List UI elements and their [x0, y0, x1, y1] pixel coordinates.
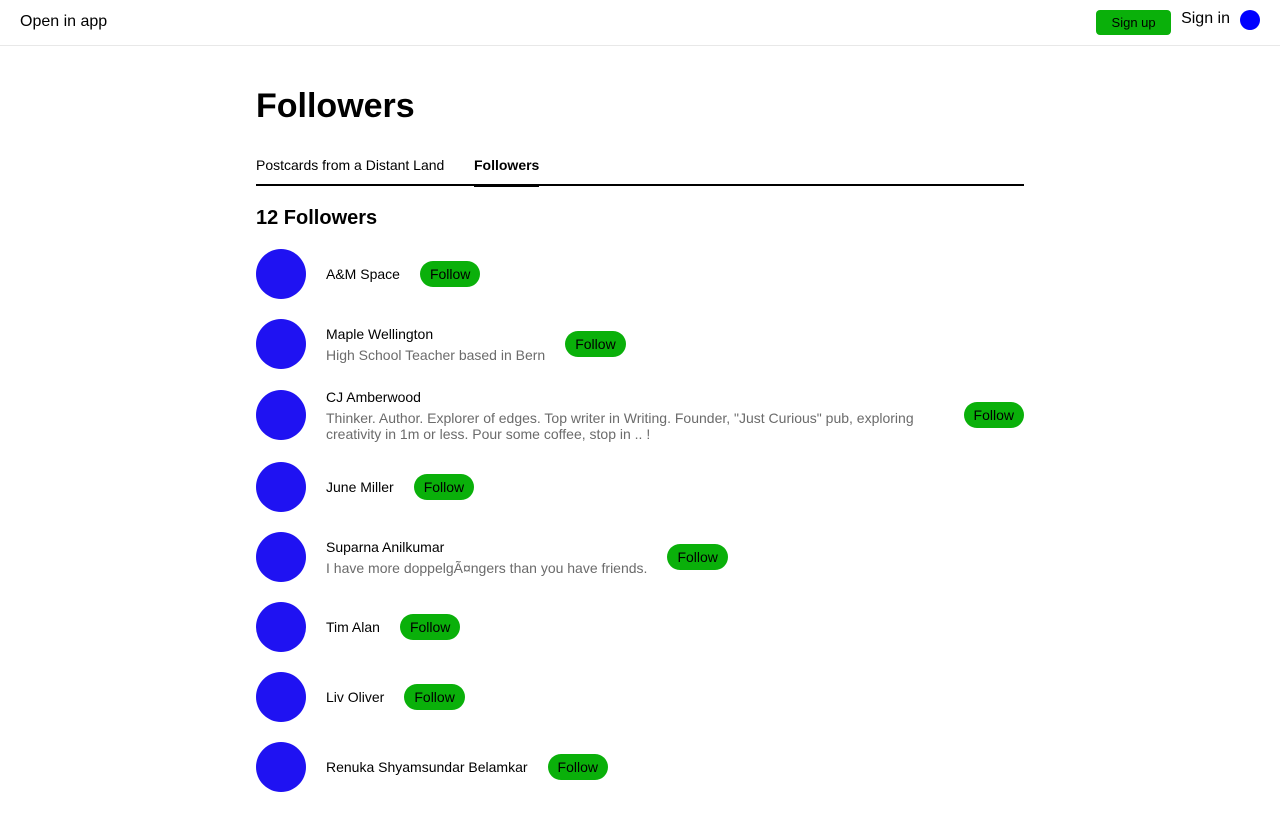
follower-info: Maple Wellington High School Teacher bas… [326, 325, 545, 363]
follower-row: June Miller Follow [256, 462, 1024, 512]
follower-name[interactable]: Tim Alan [326, 618, 380, 636]
avatar[interactable] [256, 602, 306, 652]
avatar[interactable] [256, 462, 306, 512]
follower-info: June Miller [326, 478, 394, 496]
follower-name[interactable]: June Miller [326, 478, 394, 496]
sign-up-button[interactable]: Sign up [1096, 10, 1172, 35]
follower-bio: I have more doppelgÃ¤ngers than you have… [326, 560, 648, 576]
tab-bar: Postcards from a Distant Land Followers [256, 148, 1024, 187]
follow-button[interactable]: Follow [565, 331, 626, 357]
follower-info: Suparna Anilkumar I have more doppelgÃ¤n… [326, 538, 647, 576]
tab-followers[interactable]: Followers [474, 156, 540, 187]
follower-info: Tim Alan [326, 618, 380, 636]
follower-row: CJ Amberwood Thinker. Author. Explorer o… [256, 388, 1024, 442]
sign-in-link[interactable]: Sign in [1181, 9, 1230, 29]
follower-row: Liv Oliver Follow [256, 672, 1024, 722]
follower-name[interactable]: CJ Amberwood [326, 388, 944, 406]
follow-button[interactable]: Follow [547, 754, 609, 780]
open-in-app-link[interactable]: Open in app [20, 12, 107, 32]
follow-button[interactable]: Follow [419, 261, 481, 287]
avatar[interactable] [256, 532, 306, 582]
follow-button[interactable]: Follow [399, 614, 461, 640]
follow-button[interactable]: Follow [667, 544, 728, 570]
avatar[interactable] [256, 672, 306, 722]
follow-button[interactable]: Follow [963, 402, 1024, 428]
follower-name[interactable]: Liv Oliver [326, 688, 384, 706]
follower-name[interactable]: Maple Wellington [326, 325, 545, 343]
topbar-actions: Sign up Sign in [1096, 9, 1260, 35]
follower-info: Liv Oliver [326, 688, 384, 706]
tab-postcards-from-a-distant-land[interactable]: Postcards from a Distant Land [256, 156, 444, 174]
follower-name[interactable]: Suparna Anilkumar [326, 538, 647, 556]
follower-info: A&M Space [326, 265, 400, 283]
follower-row: Tim Alan Follow [256, 602, 1024, 652]
avatar[interactable] [256, 742, 306, 792]
follower-name[interactable]: Renuka Shyamsundar Belamkar [326, 758, 528, 776]
user-avatar-icon[interactable] [1240, 10, 1260, 30]
followers-count: 12 Followers [256, 207, 378, 229]
follower-row: A&M Space Follow [256, 249, 1024, 299]
avatar[interactable] [256, 249, 306, 299]
follow-button[interactable]: Follow [413, 474, 475, 500]
avatar[interactable] [256, 319, 306, 369]
follower-bio: Thinker. Author. Explorer of edges. Top … [326, 410, 914, 442]
follow-button[interactable]: Follow [404, 684, 465, 710]
avatar[interactable] [256, 390, 306, 440]
follower-name[interactable]: A&M Space [326, 265, 400, 283]
follower-row: Renuka Shyamsundar Belamkar Follow [256, 742, 1024, 792]
follower-row: Maple Wellington High School Teacher bas… [256, 319, 1024, 369]
follower-row: Suparna Anilkumar I have more doppelgÃ¤n… [256, 532, 1024, 582]
page-title: Followers [256, 87, 415, 125]
follower-bio: High School Teacher based in Bern [326, 347, 546, 363]
top-bar: Open in app Sign up Sign in [0, 0, 1280, 46]
follower-info: Renuka Shyamsundar Belamkar [326, 758, 528, 776]
follower-info: CJ Amberwood Thinker. Author. Explorer o… [326, 388, 944, 442]
